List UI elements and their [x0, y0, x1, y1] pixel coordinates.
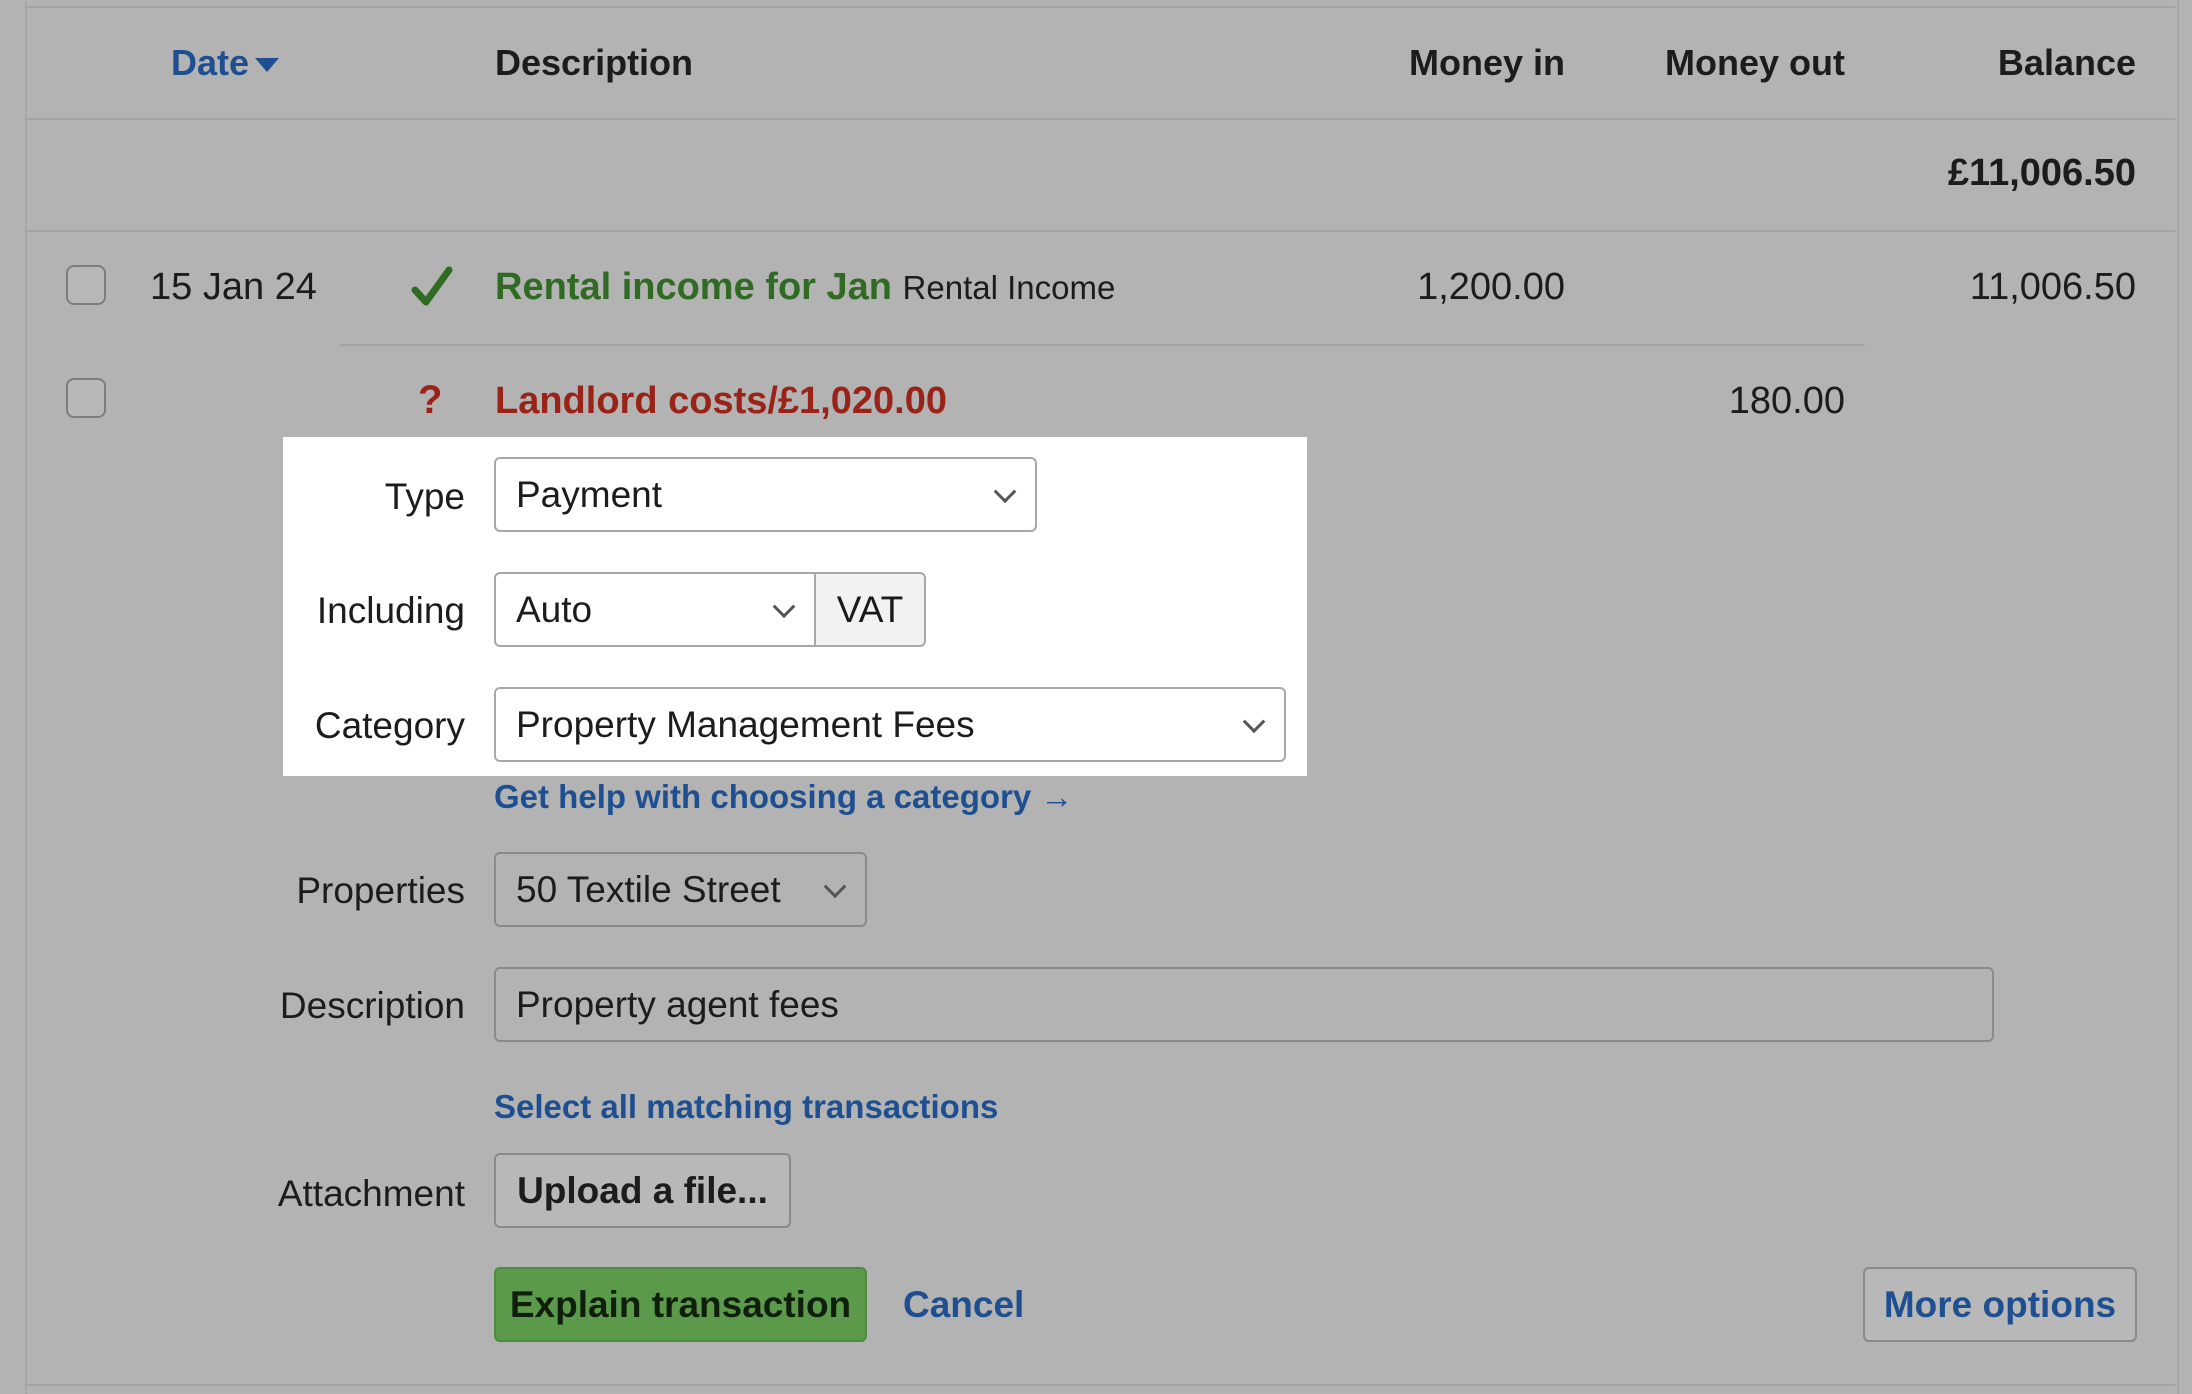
opening-balance: £11,006.50 — [1947, 152, 2136, 194]
divider — [25, 6, 2175, 8]
money-in-column-header: Money in — [1408, 42, 1565, 83]
category-select[interactable]: Property Management Fees — [494, 687, 1286, 762]
transaction-title[interactable]: Rental income for Jan — [495, 266, 892, 308]
chevron-down-icon — [1242, 709, 1266, 733]
description-input[interactable]: Property agent fees — [494, 967, 1994, 1042]
transaction-category: Rental Income — [902, 269, 1116, 306]
description-input-value: Property agent fees — [516, 983, 839, 1025]
date-sort-label[interactable]: Date — [171, 42, 249, 83]
more-options-button[interactable]: More options — [1863, 1267, 2137, 1342]
select-matching-link[interactable]: Select all matching transactions — [494, 1088, 998, 1126]
money-in-value: 1,200.00 — [1417, 266, 1565, 308]
transaction-description[interactable]: Rental income for Jan Rental Income — [495, 266, 1115, 309]
row-checkbox[interactable] — [66, 265, 106, 305]
upload-file-button[interactable]: Upload a file... — [494, 1153, 791, 1228]
sort-down-icon — [255, 58, 280, 73]
category-label: Category — [314, 705, 465, 746]
balance-value: 11,006.50 — [1969, 266, 2136, 308]
divider — [340, 344, 1865, 346]
type-select[interactable]: Payment — [494, 457, 1037, 532]
row-checkbox[interactable] — [66, 378, 106, 418]
attachment-label: Attachment — [277, 1173, 465, 1214]
divider — [25, 1384, 2175, 1386]
cancel-link[interactable]: Cancel — [903, 1284, 1024, 1326]
check-icon — [411, 266, 453, 306]
including-label: Including — [316, 590, 465, 631]
properties-select[interactable]: 50 Textile Street — [494, 852, 867, 927]
description-label: Description — [279, 985, 465, 1026]
properties-label: Properties — [296, 870, 465, 911]
description-column-header: Description — [495, 42, 694, 83]
date-column-header[interactable]: Date — [171, 42, 280, 84]
vat-addon: VAT — [814, 572, 926, 647]
category-select-value: Property Management Fees — [516, 703, 975, 745]
money-out-value: 180.00 — [1728, 380, 1845, 422]
chevron-down-icon — [772, 594, 796, 618]
explain-transaction-button[interactable]: Explain transaction — [494, 1267, 867, 1342]
properties-select-value: 50 Textile Street — [516, 868, 781, 910]
category-help-link[interactable]: Get help with choosing a category → — [494, 778, 1073, 816]
money-out-column-header: Money out — [1665, 42, 1845, 83]
including-select-value: Auto — [516, 588, 593, 630]
type-select-value: Payment — [516, 473, 663, 515]
chevron-down-icon — [993, 479, 1017, 503]
divider — [25, 230, 2175, 232]
question-icon: ? — [418, 378, 443, 422]
balance-column-header: Balance — [1997, 42, 2136, 83]
transaction-title[interactable]: Landlord costs/£1,020.00 — [495, 380, 947, 423]
type-label: Type — [384, 476, 465, 517]
transaction-date: 15 Jan 24 — [150, 266, 317, 308]
including-select[interactable]: Auto — [494, 572, 816, 647]
chevron-down-icon — [823, 874, 847, 898]
divider — [25, 118, 2175, 120]
